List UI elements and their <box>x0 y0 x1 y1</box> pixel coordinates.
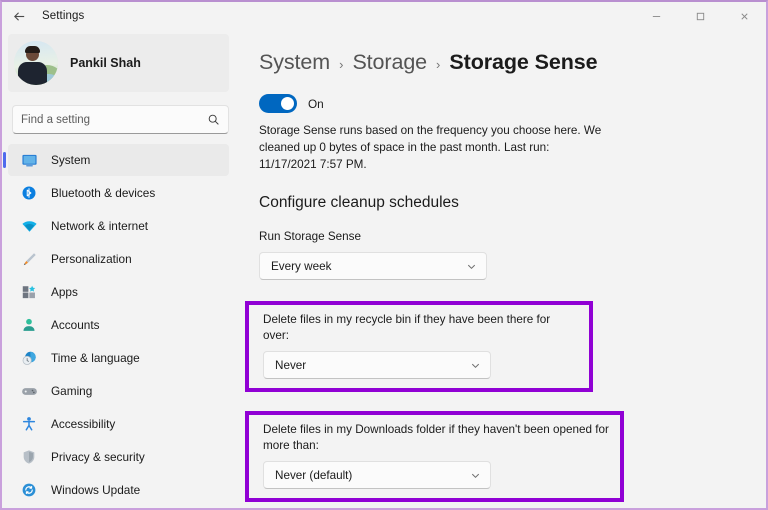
bluetooth-icon <box>20 184 38 202</box>
sidebar-item-label: Accessibility <box>51 417 115 431</box>
sidebar-item-label: System <box>51 153 90 167</box>
storage-sense-toggle-row: On <box>259 94 746 113</box>
chevron-down-icon <box>470 360 481 371</box>
paintbrush-icon <box>20 250 38 268</box>
user-profile[interactable]: Pankil Shah <box>8 34 229 92</box>
apps-icon <box>20 283 38 301</box>
sidebar-item-label: Apps <box>51 285 78 299</box>
sidebar: Pankil Shah <box>2 30 239 508</box>
sidebar-item-gaming[interactable]: Gaming <box>8 375 229 407</box>
sidebar-item-privacy-security[interactable]: Privacy & security <box>8 441 229 473</box>
window-controls <box>634 2 766 30</box>
recycle-bin-highlight: Delete files in my recycle bin if they h… <box>245 301 593 392</box>
close-icon[interactable] <box>722 2 766 30</box>
chevron-down-icon <box>466 261 477 272</box>
recycle-bin-dropdown[interactable]: Never <box>263 351 491 379</box>
window-body: Pankil Shah <box>2 30 766 508</box>
sidebar-item-label: Personalization <box>51 252 132 266</box>
run-schedule-group: Run Storage Sense Every week <box>259 229 746 280</box>
run-schedule-dropdown[interactable]: Every week <box>259 252 487 280</box>
clock-globe-icon <box>20 349 38 367</box>
storage-sense-toggle[interactable] <box>259 94 297 113</box>
user-name: Pankil Shah <box>70 56 141 70</box>
storage-sense-description: Storage Sense runs based on the frequenc… <box>259 122 607 173</box>
section-title: Configure cleanup schedules <box>259 194 746 212</box>
downloads-highlight: Delete files in my Downloads folder if t… <box>245 411 624 502</box>
sidebar-item-label: Privacy & security <box>51 450 145 464</box>
accessibility-icon <box>20 415 38 433</box>
sidebar-item-bluetooth-devices[interactable]: Bluetooth & devices <box>8 177 229 209</box>
toggle-knob <box>281 97 294 110</box>
maximize-icon[interactable] <box>678 2 722 30</box>
sidebar-item-label: Accounts <box>51 318 100 332</box>
search-box[interactable] <box>12 105 229 134</box>
sidebar-item-label: Network & internet <box>51 219 148 233</box>
run-schedule-value: Every week <box>271 260 331 273</box>
search-icon <box>207 113 220 126</box>
sidebar-item-system[interactable]: System <box>8 144 229 176</box>
sidebar-item-accounts[interactable]: Accounts <box>8 309 229 341</box>
sidebar-item-personalization[interactable]: Personalization <box>8 243 229 275</box>
gamepad-icon <box>20 382 38 400</box>
main-content: System › Storage › Storage Sense On Stor… <box>239 30 766 508</box>
title-bar: Settings <box>2 2 766 30</box>
sidebar-item-time-language[interactable]: Time & language <box>8 342 229 374</box>
toggle-state-label: On <box>308 97 324 111</box>
breadcrumb-storage[interactable]: Storage <box>352 50 427 75</box>
sidebar-item-accessibility[interactable]: Accessibility <box>8 408 229 440</box>
sidebar-nav: System Bluetooth & devices <box>2 143 239 508</box>
sidebar-item-apps[interactable]: Apps <box>8 276 229 308</box>
run-schedule-label: Run Storage Sense <box>259 229 746 245</box>
back-arrow-icon[interactable] <box>2 3 36 29</box>
wifi-icon <box>20 217 38 235</box>
downloads-label: Delete files in my Downloads folder if t… <box>263 422 610 454</box>
monitor-icon <box>20 151 38 169</box>
settings-window: Settings Pankil Shah <box>0 0 768 510</box>
recycle-bin-value: Never <box>275 359 306 372</box>
page-title: Storage Sense <box>449 50 597 75</box>
sidebar-item-label: Bluetooth & devices <box>51 186 155 200</box>
chevron-down-icon <box>470 470 481 481</box>
sidebar-item-label: Gaming <box>51 384 92 398</box>
search-input[interactable] <box>21 114 207 126</box>
chevron-right-icon: › <box>339 54 343 72</box>
app-title: Settings <box>42 10 84 22</box>
breadcrumb: System › Storage › Storage Sense <box>259 50 746 75</box>
sidebar-item-network-internet[interactable]: Network & internet <box>8 210 229 242</box>
avatar <box>14 41 58 85</box>
shield-icon <box>20 448 38 466</box>
sidebar-item-windows-update[interactable]: Windows Update <box>8 474 229 506</box>
minimize-icon[interactable] <box>634 2 678 30</box>
downloads-value: Never (default) <box>275 469 352 482</box>
person-icon <box>20 316 38 334</box>
sidebar-item-label: Windows Update <box>51 483 140 497</box>
update-icon <box>20 481 38 499</box>
sidebar-item-label: Time & language <box>51 351 140 365</box>
breadcrumb-system[interactable]: System <box>259 50 330 75</box>
chevron-right-icon: › <box>436 54 440 72</box>
downloads-dropdown[interactable]: Never (default) <box>263 461 491 489</box>
recycle-bin-label: Delete files in my recycle bin if they h… <box>263 312 579 344</box>
